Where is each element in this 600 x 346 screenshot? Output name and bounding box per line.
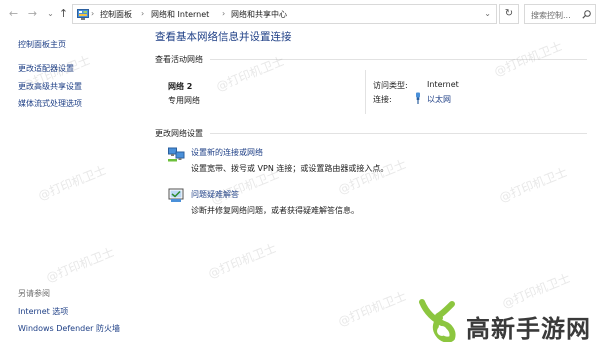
setup-new-connection-link[interactable]: 设置新的连接或网络 [191, 147, 263, 158]
search-icon [582, 10, 591, 19]
network-setup-icon [168, 147, 185, 162]
address-box[interactable]: › 控制面板 › 网络和 Internet › 网络和共享中心 ⌄ [72, 4, 497, 24]
watermark: @打印机卫士 [497, 164, 570, 205]
up-arrow-icon[interactable]: ↑ [57, 7, 70, 20]
change-advanced-sharing-link[interactable]: 更改高级共享设置 [18, 81, 82, 92]
control-panel-home-link[interactable]: 控制面板主页 [18, 39, 66, 50]
breadcrumb-control-panel[interactable]: 控制面板 [100, 9, 132, 20]
change-adapter-settings-link[interactable]: 更改适配器设置 [18, 63, 74, 74]
ethernet-plug-icon [416, 92, 420, 104]
site-logo-icon [419, 299, 456, 342]
network-name: 网络 2 [168, 82, 193, 91]
page-title: 查看基本网络信息并设置连接 [155, 31, 292, 43]
address-bar-row: ← → ⌄ ↑ › 控制面板 › 网络和 Internet › 网络和共享中心 … [0, 0, 600, 28]
ethernet-connection-link[interactable]: 以太网 [427, 94, 451, 105]
site-logo-text: 高新手游网 [466, 315, 591, 343]
network-category: 专用网络 [168, 96, 200, 105]
access-type-label: 访问类型: [373, 81, 408, 90]
active-networks-heading: 查看活动网络 [155, 55, 203, 64]
watermark: @打印机卫士 [336, 288, 409, 329]
watermark: @打印机卫士 [206, 240, 279, 281]
access-type-value: Internet [427, 80, 459, 89]
watermark: @打印机卫士 [500, 270, 573, 311]
troubleshoot-problems-link[interactable]: 问题疑难解答 [191, 189, 239, 200]
breadcrumb-network-internet[interactable]: 网络和 Internet [151, 9, 209, 20]
windows-defender-firewall-link[interactable]: Windows Defender 防火墙 [18, 323, 120, 334]
address-history-chevron-icon[interactable]: ⌄ [484, 9, 491, 18]
section-divider [210, 133, 587, 134]
breadcrumb-network-sharing-center[interactable]: 网络和共享中心 [231, 9, 287, 20]
watermark: @打印机卫士 [36, 162, 109, 203]
control-panel-icon [77, 9, 89, 20]
troubleshoot-problems-description: 诊断并修复网络问题，或者获得疑难解答信息。 [191, 206, 359, 215]
setup-new-connection-description: 设置宽带、拨号或 VPN 连接；或设置路由器或接入点。 [191, 164, 389, 173]
forward-arrow-icon[interactable]: → [26, 7, 39, 20]
watermark: @打印机卫士 [336, 156, 409, 197]
watermark: @打印机卫士 [44, 244, 117, 285]
media-streaming-options-link[interactable]: 媒体流式处理选项 [18, 98, 82, 109]
section-divider [210, 59, 587, 60]
recent-locations-chevron-icon[interactable]: ⌄ [44, 7, 57, 20]
breadcrumb-separator[interactable]: › [91, 9, 94, 18]
troubleshoot-icon [168, 188, 184, 202]
breadcrumb-separator[interactable]: › [222, 9, 225, 18]
change-network-settings-heading: 更改网络设置 [155, 129, 203, 138]
see-also-heading: 另请参阅 [18, 289, 50, 298]
breadcrumb-separator[interactable]: › [141, 9, 144, 18]
network-divider [365, 70, 366, 114]
back-arrow-icon[interactable]: ← [7, 7, 20, 20]
search-input[interactable]: 搜索控制... [524, 4, 596, 24]
refresh-icon[interactable]: ↻ [499, 4, 519, 24]
search-placeholder: 搜索控制... [531, 11, 571, 20]
internet-options-link[interactable]: Internet 选项 [18, 306, 68, 317]
connections-label: 连接: [373, 95, 392, 104]
